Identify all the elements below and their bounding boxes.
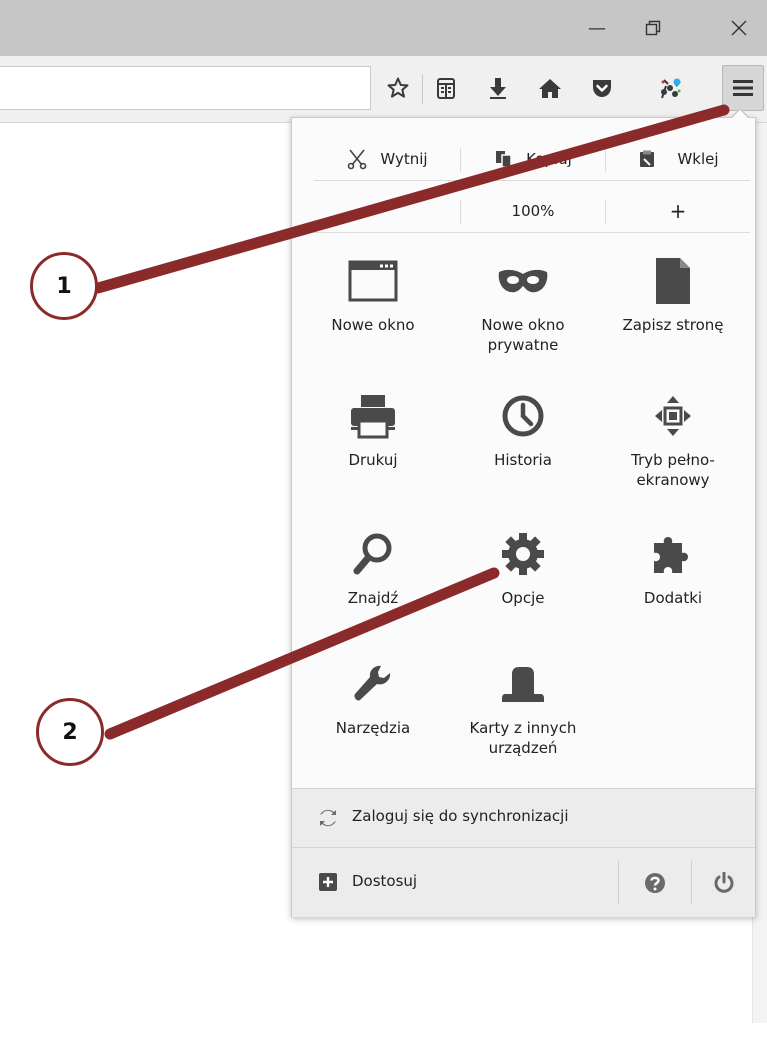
zoom-in-button[interactable]: + (606, 190, 750, 232)
panel-footer: Dostosuj (292, 847, 755, 917)
history-button[interactable]: Historia (453, 388, 593, 470)
bookmark-star-button[interactable] (378, 68, 418, 108)
zoom-in-label: + (669, 199, 687, 223)
quit-button[interactable] (692, 848, 755, 917)
copy-button[interactable]: Kopiuj (461, 138, 605, 180)
developer-tools-button[interactable]: Narzędzia (303, 656, 443, 738)
pocket-button[interactable] (582, 68, 622, 108)
fullscreen-icon (655, 396, 691, 436)
toolbar-separator (422, 74, 423, 104)
nav-toolbar (0, 56, 767, 123)
zoom-level: 100% (511, 202, 555, 220)
restore-icon (645, 20, 661, 36)
fullscreen-button[interactable]: Tryb pełno-ekranowy (603, 388, 743, 490)
title-bar: — (0, 0, 767, 56)
synced-tabs-label: Karty z innych urządzeń (469, 719, 577, 757)
new-window-label: Nowe okno (331, 316, 415, 334)
cut-label: Wytnij (380, 150, 428, 168)
save-page-button[interactable]: Zapisz stronę (603, 253, 743, 335)
new-window-button[interactable]: Nowe okno (303, 253, 443, 335)
zoom-out-label: − (378, 199, 396, 223)
help-button[interactable] (619, 848, 691, 917)
download-icon (490, 78, 506, 99)
annotation-number-1: 1 (56, 273, 72, 299)
new-private-window-button[interactable]: Nowe okno prywatne (453, 253, 593, 355)
zoom-out-button[interactable]: − (314, 190, 460, 232)
hamburger-menu-button[interactable] (722, 65, 764, 111)
scissors-icon (348, 149, 367, 170)
zoom-reset-button[interactable]: 100% (461, 190, 605, 232)
extension-icon (661, 78, 681, 99)
developer-tools-label: Narzędzia (335, 719, 411, 737)
url-bar[interactable] (0, 66, 371, 110)
paste-label: Wklej (677, 150, 719, 168)
plus-box-icon (319, 873, 337, 891)
annotation-badge-2: 2 (36, 698, 104, 766)
reading-list-icon (437, 78, 455, 99)
close-button[interactable] (711, 0, 767, 56)
private-mask-icon (498, 269, 548, 293)
power-icon (714, 871, 733, 893)
options-icon (502, 533, 544, 575)
bookmark-star-icon (387, 77, 409, 98)
print-label: Drukuj (348, 451, 398, 469)
customize-button[interactable]: Dostosuj (292, 848, 618, 917)
pocket-icon (593, 80, 611, 97)
panel-arrow-fill (731, 110, 749, 119)
search-icon (353, 533, 392, 575)
new-private-window-label: Nowe okno prywatne (481, 316, 565, 354)
wrench-icon (354, 665, 391, 701)
synced-tabs-icon (502, 667, 544, 702)
addons-label: Dodatki (643, 589, 703, 607)
puzzle-piece-icon (654, 537, 688, 573)
app-menu-panel: Wytnij Kopiuj Wklej − 100% + Nowe okno N… (291, 117, 756, 917)
home-button[interactable] (530, 68, 570, 108)
zoom-controls-row: − 100% + (314, 190, 750, 233)
synced-tabs-button[interactable]: Karty z innych urządzeń (453, 656, 593, 758)
download-button[interactable] (478, 68, 518, 108)
sync-row[interactable]: Zaloguj się do synchronizacji (292, 788, 755, 847)
copy-label: Kopiuj (526, 150, 572, 168)
options-label: Opcje (501, 589, 545, 607)
save-page-icon (656, 258, 690, 304)
sync-label: Zaloguj się do synchronizacji (352, 807, 569, 825)
new-window-icon (348, 260, 398, 302)
customize-label: Dostosuj (352, 872, 418, 890)
paste-button[interactable]: Wklej (606, 138, 750, 180)
minimize-button[interactable]: — (569, 0, 625, 56)
restore-button[interactable] (625, 0, 681, 56)
save-page-label: Zapisz stronę (622, 316, 724, 334)
close-icon (731, 20, 747, 36)
copy-icon (496, 151, 512, 168)
printer-icon (351, 395, 395, 439)
annotation-number-2: 2 (62, 719, 78, 745)
home-icon (539, 79, 561, 98)
fullscreen-label: Tryb pełno-ekranowy (631, 451, 715, 489)
paste-icon (640, 150, 655, 167)
hamburger-menu-icon (733, 80, 753, 96)
extension-button[interactable] (650, 68, 690, 108)
annotation-badge-1: 1 (30, 252, 98, 320)
history-label: Historia (494, 451, 552, 469)
find-label: Znajdź (347, 589, 399, 607)
reading-list-button[interactable] (426, 68, 466, 108)
addons-button[interactable]: Dodatki (603, 526, 743, 608)
help-icon (645, 872, 665, 893)
print-button[interactable]: Drukuj (303, 388, 443, 470)
options-button[interactable]: Opcje (453, 526, 593, 608)
edit-controls-row: Wytnij Kopiuj Wklej (314, 138, 750, 181)
cut-button[interactable]: Wytnij (314, 138, 460, 180)
sync-icon (320, 809, 336, 827)
clock-icon (502, 395, 544, 437)
find-button[interactable]: Znajdź (303, 526, 443, 608)
